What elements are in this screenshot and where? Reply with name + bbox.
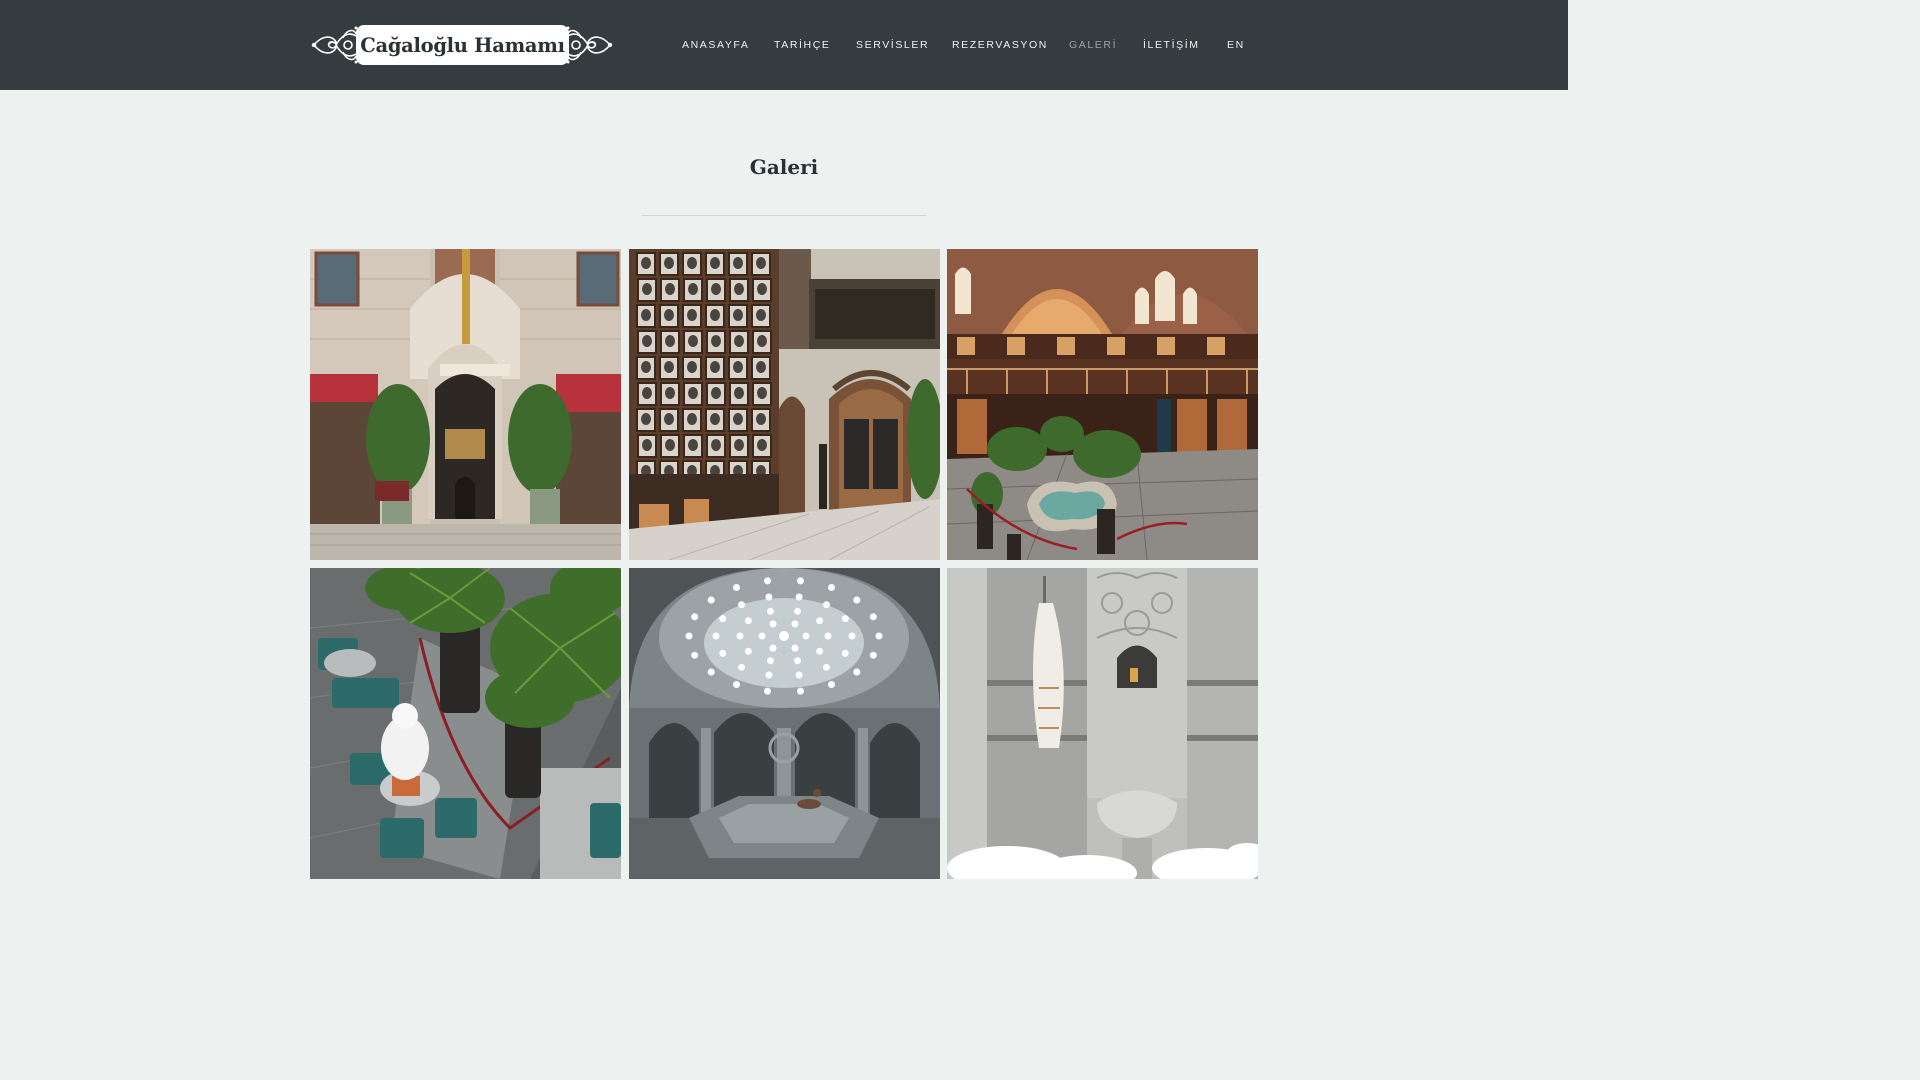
photo-lounge-image — [310, 568, 621, 879]
gallery-photo-entrance[interactable] — [310, 249, 621, 560]
nav-item-tarihce[interactable]: TARİHÇE — [774, 38, 831, 52]
nav-item-rezervasyon[interactable]: REZERVASYON — [952, 38, 1048, 52]
nav-item-iletisim[interactable]: İLETİŞİM — [1143, 38, 1200, 52]
main-nav: ANASAYFA TARİHÇE SERVİSLER REZERVASYON G… — [0, 38, 1568, 52]
photo-domed-hall-image — [947, 249, 1258, 560]
site-header: Cağaloğlu Hamamı ANASAYFA TARİHÇE SERVİS… — [0, 0, 1568, 90]
gallery-photo-portrait-wall[interactable] — [629, 249, 940, 560]
title-divider — [642, 215, 926, 216]
gallery-photo-marble-fountain[interactable] — [947, 568, 1258, 879]
nav-item-servisler[interactable]: SERVİSLER — [856, 38, 929, 52]
photo-portrait-wall-image — [629, 249, 940, 560]
photo-fountain-image — [947, 568, 1258, 879]
photo-entrance-image — [310, 249, 621, 560]
nav-item-galeri[interactable]: GALERİ — [1069, 38, 1117, 52]
gallery-photo-lounge[interactable] — [310, 568, 621, 879]
gallery-photo-domed-hall[interactable] — [947, 249, 1258, 560]
nav-item-anasayfa[interactable]: ANASAYFA — [682, 38, 749, 52]
photo-hot-room-image — [629, 568, 940, 879]
gallery-photo-hot-room-dome[interactable] — [629, 568, 940, 879]
page-title: Galeri — [749, 155, 819, 179]
nav-item-language-en[interactable]: EN — [1227, 38, 1245, 52]
